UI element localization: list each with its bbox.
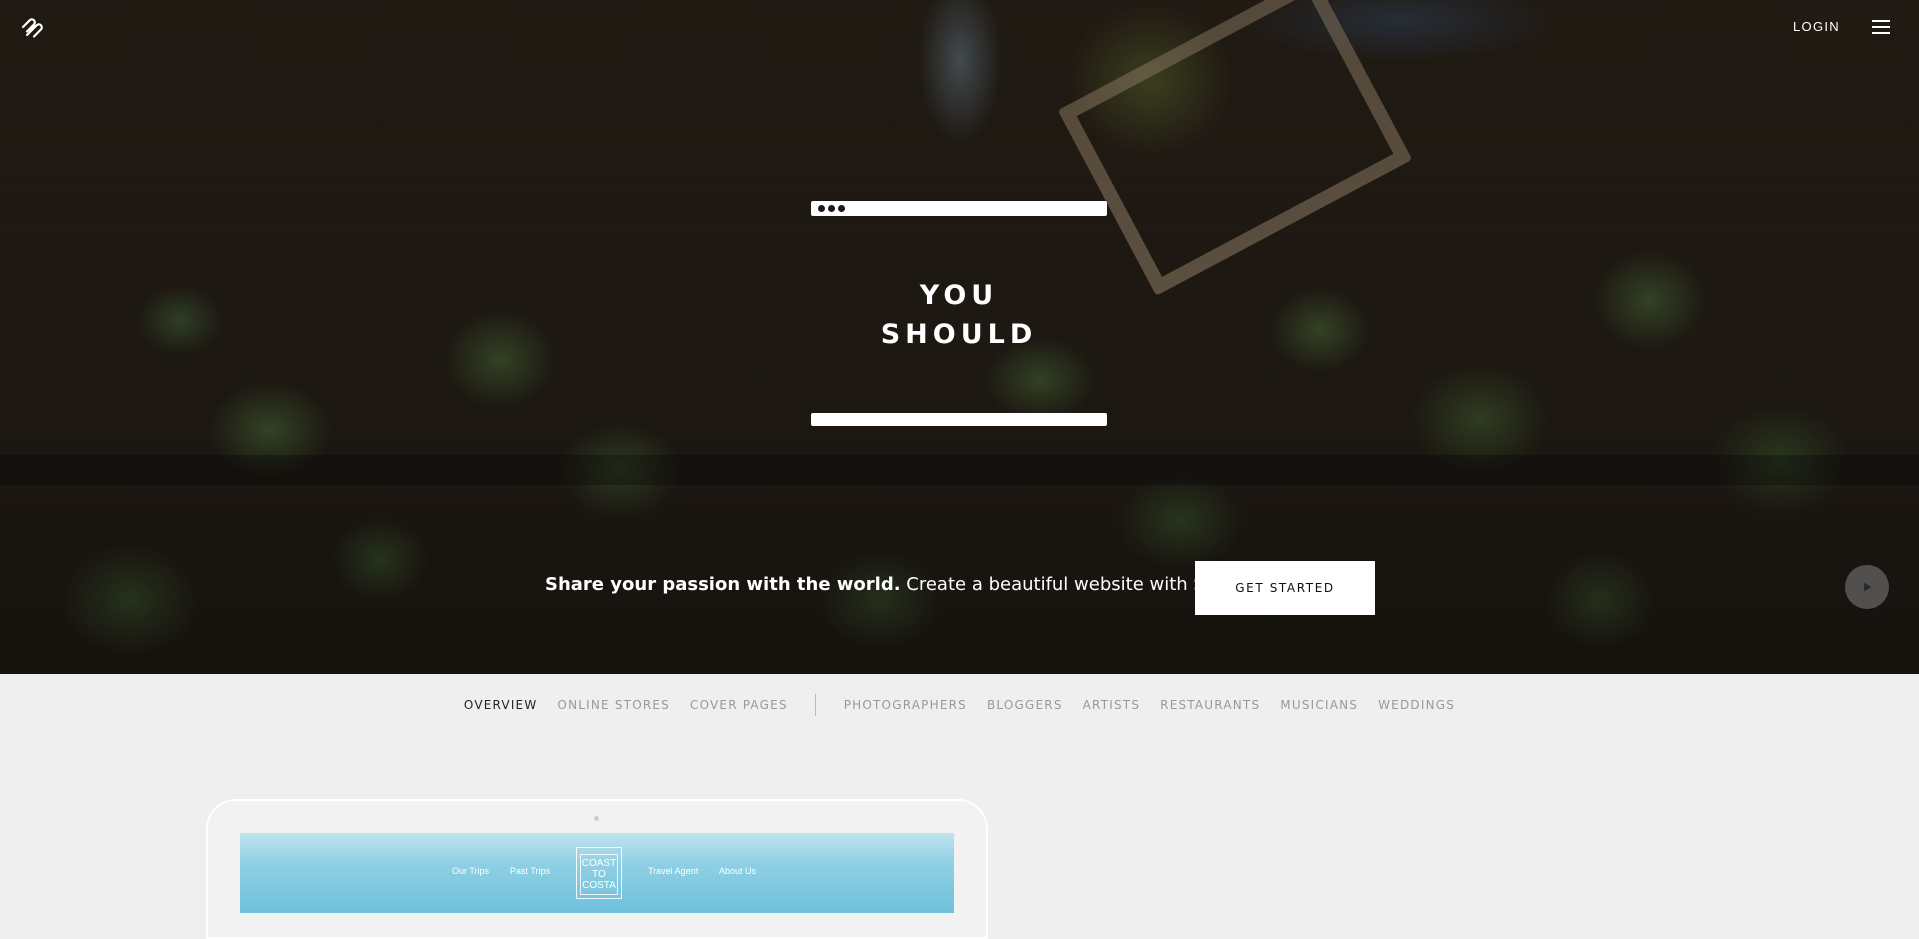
- nav-item-restaurants[interactable]: RESTAURANTS: [1160, 698, 1260, 712]
- tagline-bold: Share your passion with the world.: [545, 574, 901, 595]
- preview-link-travel-agent: Travel Agent: [648, 866, 699, 876]
- nav-divider: [814, 694, 816, 716]
- category-nav: OVERVIEW ONLINE STORES COVER PAGES PHOTO…: [0, 674, 1919, 736]
- hero-background-crate: [1057, 0, 1413, 296]
- hero-headline: YOU SHOULD: [811, 276, 1107, 354]
- template-preview-screen[interactable]: Our Trips Past Trips COAST TO COSTA Trav…: [240, 833, 954, 913]
- nav-item-artists[interactable]: ARTISTS: [1083, 698, 1141, 712]
- nav-item-musicians[interactable]: MUSICIANS: [1280, 698, 1358, 712]
- browser-frame-top: [811, 201, 1107, 216]
- preview-link-about-us: About Us: [719, 866, 757, 876]
- play-icon[interactable]: [1845, 565, 1889, 609]
- nav-item-weddings[interactable]: WEDDINGS: [1378, 698, 1455, 712]
- headline-line-2: SHOULD: [880, 319, 1038, 350]
- browser-dots-icon: [818, 205, 845, 212]
- site-logo-line-2: TO: [592, 869, 606, 880]
- preview-link-our-trips: Our Trips: [452, 866, 490, 876]
- device-camera: [594, 816, 599, 821]
- preview-link-past-trips: Past Trips: [510, 866, 551, 876]
- hero-background-stripe: [0, 455, 1919, 485]
- get-started-button[interactable]: GET STARTED: [1195, 561, 1375, 615]
- headline-line-1: YOU: [919, 280, 999, 311]
- nav-item-online-stores[interactable]: ONLINE STORES: [557, 698, 670, 712]
- nav-item-photographers[interactable]: PHOTOGRAPHERS: [844, 698, 967, 712]
- nav-item-bloggers[interactable]: BLOGGERS: [987, 698, 1063, 712]
- squarespace-logo-icon[interactable]: [20, 16, 44, 40]
- site-logo-line-3: COSTA: [582, 880, 616, 891]
- nav-item-cover-pages[interactable]: COVER PAGES: [690, 698, 788, 712]
- preview-site-logo: COAST TO COSTA: [576, 847, 622, 899]
- hamburger-menu-icon[interactable]: [1872, 20, 1890, 34]
- login-link[interactable]: LOGIN: [1793, 19, 1840, 34]
- browser-frame-bottom: [811, 413, 1107, 426]
- site-logo-line-1: COAST: [581, 858, 617, 869]
- nav-item-overview[interactable]: OVERVIEW: [464, 698, 538, 712]
